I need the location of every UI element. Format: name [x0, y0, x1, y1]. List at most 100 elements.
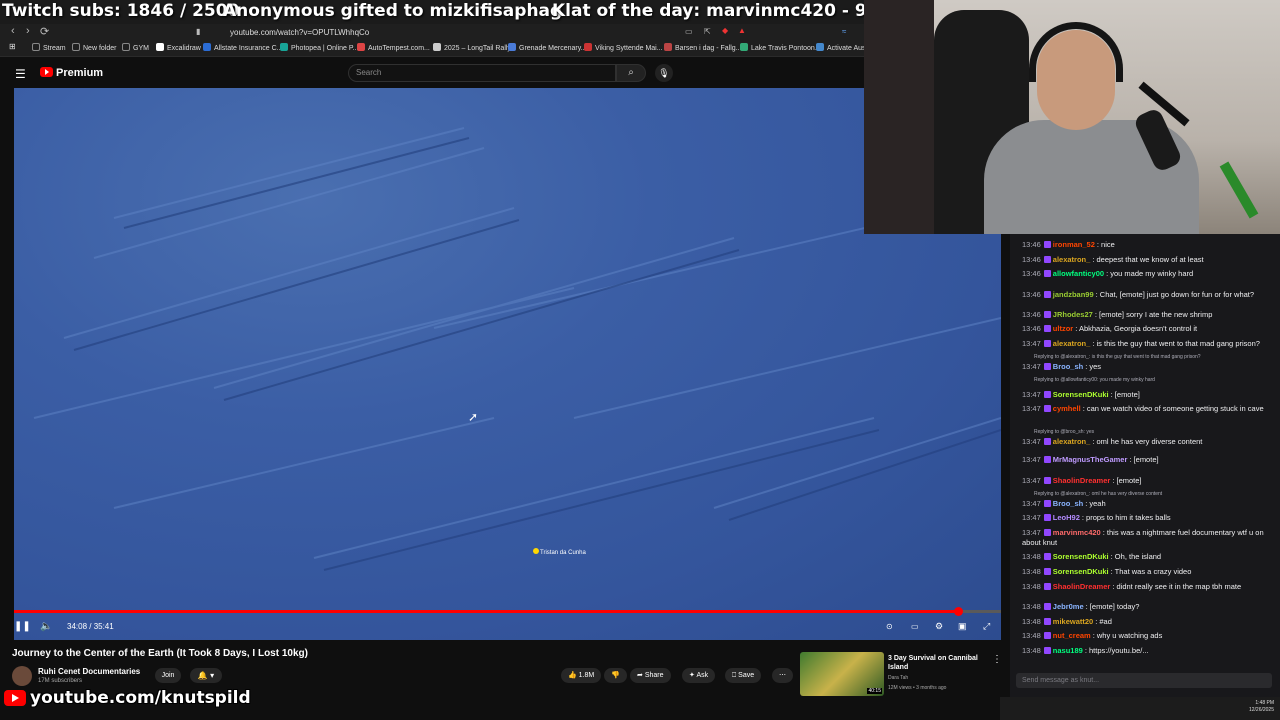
more-actions-button[interactable]: ⋯ [772, 668, 793, 683]
notification-bell-button[interactable]: 🔔 ▾ [190, 668, 222, 683]
bookmark-item[interactable]: GYM [122, 43, 149, 52]
bookmark-item[interactable]: AutoTempest.com... [357, 43, 430, 52]
search-input[interactable]: Search [348, 64, 616, 82]
channel-name[interactable]: Ruhi Cenet Documentaries [38, 667, 140, 676]
volume-icon[interactable]: 🔈 [40, 621, 52, 632]
chat-username[interactable]: jandzban99 [1053, 290, 1094, 299]
back-icon[interactable]: ‹ [11, 25, 15, 37]
chat-username[interactable]: cymhell [1053, 404, 1081, 413]
join-button[interactable]: Join [155, 668, 181, 683]
chat-username[interactable]: alexatron_ [1053, 255, 1091, 264]
hamburger-menu-icon[interactable]: ☰ [15, 67, 26, 81]
bell-icon: 🔔 ▾ [197, 671, 215, 680]
bookmark-item[interactable]: Photopea | Online P... [280, 43, 358, 52]
pause-icon[interactable]: ❚❚ [14, 621, 31, 632]
bookmark-item[interactable]: 2025 – LongTail Rally [433, 43, 511, 52]
chat-username[interactable]: ShaolinDreamer [1053, 476, 1111, 485]
tab-icon[interactable]: ▭ [685, 27, 693, 36]
chat-message: 13:47 LeoH92: props to him it takes balls [1022, 513, 1274, 523]
settings-gear-icon[interactable]: ⚙ [935, 621, 943, 632]
bookmark-item[interactable]: Lake Travis Pontoon... [740, 43, 821, 52]
address-bar[interactable]: youtube.com/watch?v=OPUTLWhhqCo [208, 26, 678, 39]
share-page-icon[interactable]: ⇱ [704, 27, 711, 36]
bookmark-star-icon[interactable]: ▮ [196, 27, 200, 36]
recommended-thumbnail[interactable]: 40:15 [800, 652, 884, 696]
youtube-logo[interactable]: Premium [40, 67, 103, 79]
chat-badge-icon [1043, 500, 1051, 507]
subtitles-icon[interactable]: ▭ [911, 622, 919, 631]
chat-text: : why u watching ads [1092, 631, 1163, 640]
chat-text: : props to him it takes balls [1081, 513, 1171, 522]
extension-icon[interactable]: ◆ [722, 26, 728, 35]
chat-username[interactable]: Broo_sh [1053, 499, 1083, 508]
chat-username[interactable]: alexatron_ [1053, 339, 1091, 348]
streamer-webcam [864, 0, 1280, 234]
chat-text: : [emote] [1129, 455, 1159, 464]
voice-search-button[interactable]: 🎙 [655, 64, 673, 82]
chat-input[interactable]: Send message as knut... [1016, 673, 1272, 688]
chat-message: 13:47 MrMagnusTheGamer: [emote] [1022, 455, 1274, 465]
channel-avatar[interactable] [12, 666, 32, 686]
chat-username[interactable]: Jebr0me [1053, 602, 1084, 611]
ask-button[interactable]: ✦ Ask [682, 668, 716, 683]
chat-message: 13:46 allowfanticy00: you made my winky h… [1022, 269, 1274, 279]
chat-username[interactable]: ShaolinDreamer [1053, 582, 1111, 591]
extension-icon[interactable]: ▲ [738, 26, 746, 35]
forward-icon[interactable]: › [26, 25, 30, 37]
bookmark-item[interactable]: Stream [32, 43, 66, 52]
recommended-title[interactable]: 3 Day Survival on Cannibal Island [888, 654, 993, 672]
chat-username[interactable]: JRhodes27 [1053, 310, 1093, 319]
chat-username[interactable]: nasu189 [1053, 646, 1083, 655]
chat-username[interactable]: SorensenDKuki [1053, 390, 1109, 399]
chat-message: 13:48 SorensenDKuki: Oh, the island [1022, 552, 1274, 562]
search-button[interactable]: ⌕ [616, 64, 646, 82]
chat-timestamp: 13:48 [1022, 646, 1041, 655]
youtube-play-icon [40, 67, 53, 77]
chat-username[interactable]: nut_cream [1053, 631, 1091, 640]
map-location-pin[interactable]: Tristan da Cunha [533, 548, 586, 556]
chat-badge-icon [1043, 391, 1051, 398]
autoplay-toggle-icon[interactable]: ⊙ [886, 622, 893, 631]
save-button[interactable]: ⎕ Save [725, 668, 762, 683]
chat-message: 13:47 marvinmc420: this was a nightmare f… [1022, 528, 1274, 548]
apps-grid-icon[interactable]: ⊞ [9, 42, 16, 51]
chat-username[interactable]: ultzor [1053, 324, 1073, 333]
bookmark-item[interactable]: Grenade Mercenary... [508, 43, 587, 52]
chat-message: 13:47 alexatron_: oml he has very diverse… [1022, 437, 1274, 447]
reload-icon[interactable]: ⟳ [40, 25, 49, 38]
chat-text: : [emote] [1110, 390, 1140, 399]
chat-username[interactable]: MrMagnusTheGamer [1053, 455, 1128, 464]
extension-icon[interactable]: ≈ [842, 27, 846, 36]
chat-username[interactable]: LeoH92 [1053, 513, 1080, 522]
chat-username[interactable]: Broo_sh [1053, 362, 1083, 371]
chat-badge-icon [1043, 311, 1051, 318]
dislike-button[interactable]: 👎 [604, 668, 627, 683]
chat-username[interactable]: SorensenDKuki [1053, 552, 1109, 561]
recommended-channel[interactable]: Dara Tah [888, 675, 908, 681]
chat-timestamp: 13:46 [1022, 324, 1041, 333]
bookmark-item[interactable]: Barsen i dag - Fallg... [664, 43, 742, 52]
chat-username[interactable]: ironman_52 [1053, 240, 1095, 249]
chat-badge-icon [1043, 256, 1051, 263]
bookmark-item[interactable]: Allstate Insurance C... [203, 43, 282, 52]
bookmark-item[interactable]: Viking Syttende Mai... [584, 43, 663, 52]
chat-username[interactable]: allowfanticy00 [1053, 269, 1104, 278]
chat-username[interactable]: alexatron_ [1053, 437, 1091, 446]
share-button[interactable]: ➦ Share [630, 668, 671, 683]
video-frame-ocean-map[interactable]: ➚ [14, 88, 1001, 640]
bookmark-item[interactable]: New folder [72, 43, 116, 52]
fullscreen-icon[interactable]: ⤢ [983, 621, 990, 632]
bookmark-item[interactable]: Excalidraw [156, 43, 201, 52]
folder-icon [72, 43, 80, 51]
progress-scrubber-handle[interactable] [953, 607, 963, 616]
more-vertical-icon[interactable]: ⋮ [992, 654, 1002, 665]
like-button[interactable]: 👍 1.8M [561, 668, 602, 683]
chat-username[interactable]: SorensenDKuki [1053, 567, 1109, 576]
video-player[interactable]: ➚ Tristan da Cunha [0, 88, 1001, 640]
chat-username[interactable]: mikewatt20 [1053, 617, 1093, 626]
chat-badge-icon [1043, 603, 1051, 610]
miniplayer-icon[interactable]: ▣ [958, 621, 967, 632]
chat-username[interactable]: marvinmc420 [1053, 528, 1101, 537]
chat-text: : [emote] sorry I ate the new shrimp [1094, 310, 1213, 319]
more-horizontal-icon: ⋯ [779, 672, 786, 679]
